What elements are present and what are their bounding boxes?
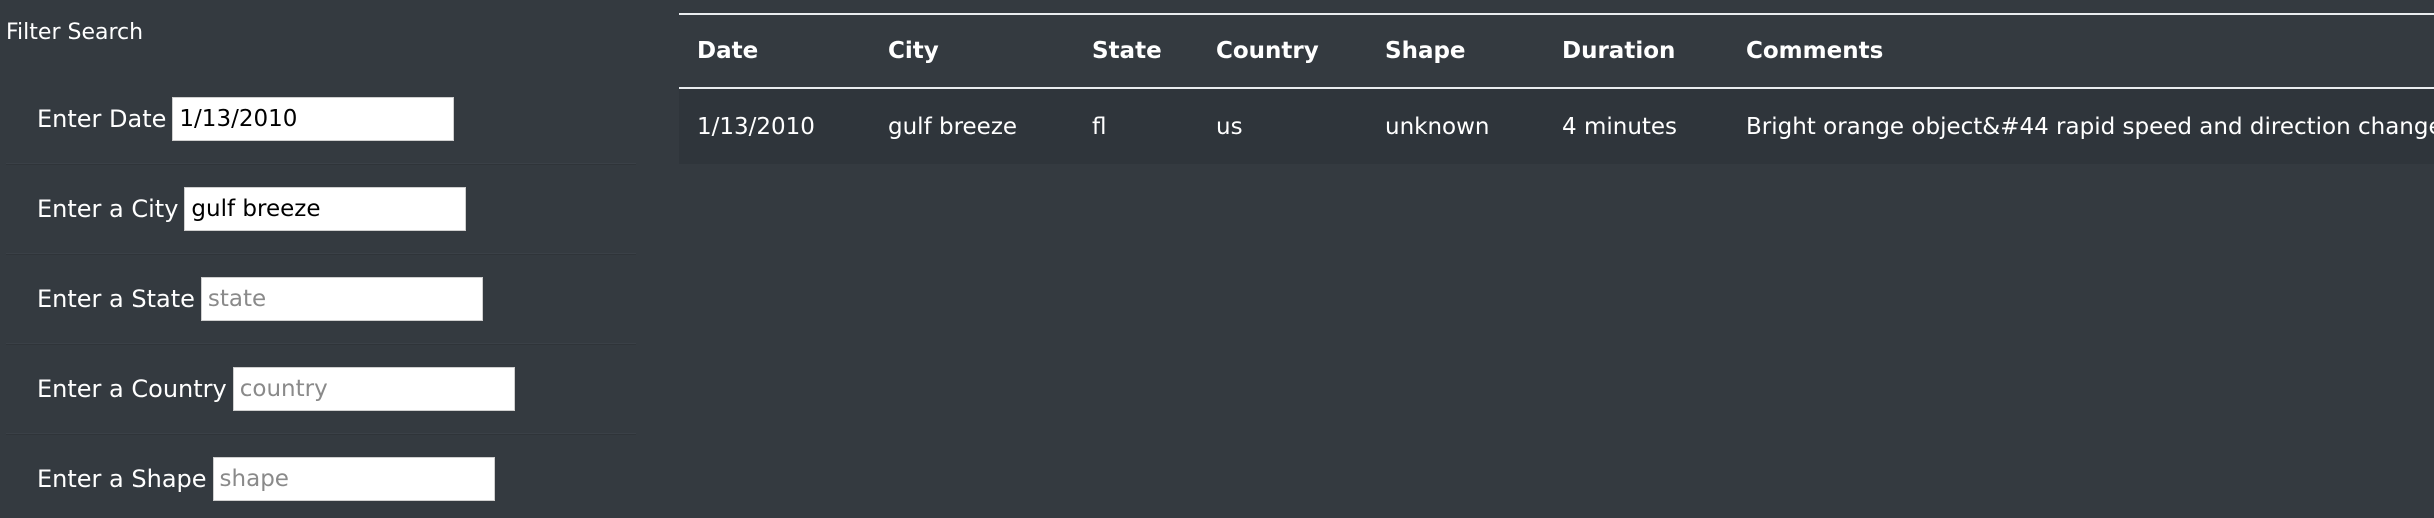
filter-title: Filter Search — [6, 20, 144, 45]
filter-item-shape: Enter a Shape — [6, 434, 636, 518]
table-header-row: Date City State Country Shape Duration C… — [679, 14, 2434, 88]
header-state: State — [1092, 38, 1162, 64]
header-city: City — [888, 38, 939, 64]
city-input[interactable] — [184, 187, 467, 231]
ufo-sightings-app: Filter Search Enter Date Enter a City En… — [0, 0, 2434, 518]
header-country: Country — [1216, 38, 1319, 64]
date-label: Enter Date — [37, 104, 167, 133]
header-shape: Shape — [1385, 38, 1466, 64]
header-comments: Comments — [1746, 38, 1884, 64]
filter-item-state: Enter a State — [6, 254, 636, 344]
results-table: Date City State Country Shape Duration C… — [679, 13, 2434, 164]
shape-input[interactable] — [212, 457, 495, 501]
filter-list: Enter Date Enter a City Enter a State En… — [6, 74, 636, 518]
shape-label: Enter a Shape — [37, 465, 207, 493]
state-label: Enter a State — [37, 285, 195, 313]
table-row: 1/13/2010 gulf breeze fl us unknown 4 mi… — [679, 88, 2434, 164]
country-input[interactable] — [232, 367, 515, 411]
country-label: Enter a Country — [37, 375, 227, 403]
cell-comments: Bright orange object&#44 rapid speed and… — [1746, 113, 2434, 140]
filter-item-country: Enter a Country — [6, 344, 636, 434]
city-label: Enter a City — [37, 195, 179, 223]
cell-shape: unknown — [1385, 113, 1490, 140]
cell-duration: 4 minutes — [1562, 113, 1678, 140]
state-input[interactable] — [200, 277, 483, 321]
filter-panel: Filter Search Enter Date Enter a City En… — [0, 0, 640, 518]
cell-country: us — [1216, 113, 1243, 140]
date-input[interactable] — [172, 96, 455, 141]
cell-date: 1/13/2010 — [697, 113, 815, 140]
filter-item-city: Enter a City — [6, 164, 636, 254]
header-date: Date — [697, 38, 759, 64]
header-duration: Duration — [1562, 38, 1676, 64]
cell-state: fl — [1092, 113, 1107, 140]
results-table-container: Date City State Country Shape Duration C… — [679, 13, 2434, 164]
cell-city: gulf breeze — [888, 113, 1018, 140]
filter-item-date: Enter Date — [6, 74, 636, 164]
